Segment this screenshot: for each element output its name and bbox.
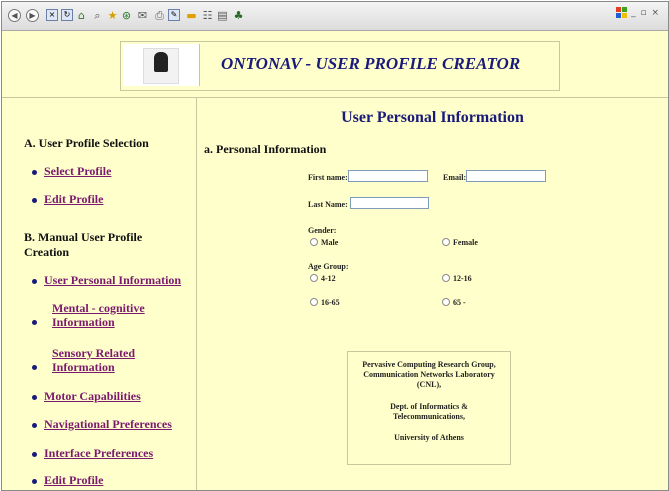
section-b-title: B. Manual User Profile Creation <box>24 230 143 259</box>
credits-box: Pervasive Computing Research Group, Comm… <box>347 351 511 465</box>
bullet-icon <box>32 423 37 428</box>
sidebar-item-label[interactable]: Sensory Related Information <box>52 346 152 374</box>
radio-label: 4-12 <box>321 274 336 283</box>
bullet-icon <box>32 170 37 175</box>
discuss-icon[interactable]: ☷ <box>201 9 214 22</box>
athena-logo-icon <box>143 48 179 84</box>
age-65-plus-radio[interactable]: 65 - <box>442 298 466 307</box>
section-subtitle: a. Personal Information <box>204 142 327 156</box>
page-title: User Personal Information <box>341 109 524 126</box>
radio-label: 12-16 <box>453 274 472 283</box>
radio-circle[interactable] <box>310 298 318 306</box>
radio-circle[interactable] <box>310 238 318 246</box>
sidebar-item-label[interactable]: Mental - cognitive Information <box>52 301 162 329</box>
sidebar-item-label[interactable]: Select Profile <box>44 164 111 178</box>
gender-female-radio[interactable]: Female <box>442 238 478 247</box>
search-icon[interactable]: ⌕ <box>91 9 104 22</box>
sidebar: A. User Profile Selection Select Profile… <box>2 98 197 490</box>
browser-window: ◀ ▶ × ↻ ⌂ ⌕ ★ ⊛ ✉ ⎙ ✎ ▬ ☷ ▤ ♣ _ ▫ × ONTO… <box>1 1 669 491</box>
first-name-label: First name: <box>308 173 348 182</box>
age-4-12-radio[interactable]: 4-12 <box>310 274 336 283</box>
email-field[interactable] <box>466 170 546 182</box>
radio-circle[interactable] <box>442 298 450 306</box>
last-name-field[interactable] <box>350 197 429 209</box>
research-icon[interactable]: ▤ <box>216 9 229 22</box>
radio-label: 16-65 <box>321 298 340 307</box>
radio-circle[interactable] <box>310 274 318 282</box>
forward-icon[interactable]: ▶ <box>26 9 39 22</box>
university-logo <box>123 44 200 86</box>
page-header: ONTONAV - USER PROFILE CREATOR <box>2 31 668 98</box>
refresh-icon[interactable]: ↻ <box>61 9 73 21</box>
history-icon[interactable]: ⊛ <box>120 9 133 22</box>
bullet-icon <box>32 320 37 325</box>
window-controls[interactable]: _ ▫ × <box>631 8 660 18</box>
credits-line: University of Athens <box>394 433 464 442</box>
windows-logo-icon <box>616 7 628 19</box>
main-content: User Personal Information a. Personal In… <box>197 98 668 490</box>
credits-line: Dept. of Informatics & <box>390 402 468 411</box>
age-12-16-radio[interactable]: 12-16 <box>442 274 472 283</box>
gender-label: Gender: <box>308 226 337 235</box>
browser-toolbar: ◀ ▶ × ↻ ⌂ ⌕ ★ ⊛ ✉ ⎙ ✎ ▬ ☷ ▤ ♣ _ ▫ × <box>2 2 668 31</box>
radio-circle[interactable] <box>442 274 450 282</box>
credits-line: Communication Networks Laboratory <box>363 370 495 379</box>
sidebar-item-label[interactable]: User Personal Information <box>44 273 181 287</box>
sidebar-item-label[interactable]: Motor Capabilities <box>44 389 141 403</box>
last-name-label: Last Name: <box>308 200 348 209</box>
section-a-title: A. User Profile Selection <box>24 136 149 150</box>
gender-male-radio[interactable]: Male <box>310 238 338 247</box>
home-icon[interactable]: ⌂ <box>75 9 88 22</box>
email-label: Email: <box>443 173 467 182</box>
bullet-icon <box>32 365 37 370</box>
bullet-icon <box>32 479 37 484</box>
radio-label: Female <box>453 238 478 247</box>
edit-icon[interactable]: ✎ <box>168 9 180 21</box>
back-icon[interactable]: ◀ <box>8 9 21 22</box>
bullet-icon <box>32 279 37 284</box>
print-icon[interactable]: ⎙ <box>153 9 166 22</box>
folder-icon[interactable]: ▬ <box>185 9 198 22</box>
sidebar-item-label[interactable]: Edit Profile <box>44 192 103 206</box>
app-title: ONTONAV - USER PROFILE CREATOR <box>221 54 521 73</box>
stop-icon[interactable]: × <box>46 9 58 21</box>
age-group-label: Age Group: <box>308 262 349 271</box>
bullet-icon <box>32 452 37 457</box>
credits-line: Telecommunications, <box>393 412 465 421</box>
age-16-65-radio[interactable]: 16-65 <box>310 298 340 307</box>
mail-icon[interactable]: ✉ <box>136 9 149 22</box>
sidebar-item-label[interactable]: Navigational Preferences <box>44 417 172 431</box>
credits-line: (CNL), <box>416 380 442 389</box>
bullet-icon <box>32 198 37 203</box>
bullet-icon <box>32 395 37 400</box>
sidebar-item-label[interactable]: Edit Profile <box>44 473 103 487</box>
favorites-icon[interactable]: ★ <box>106 9 119 22</box>
sidebar-item-label[interactable]: Interface Preferences <box>44 446 153 460</box>
radio-label: 65 - <box>453 298 466 307</box>
first-name-field[interactable] <box>348 170 428 182</box>
credits-line: Pervasive Computing Research Group, <box>362 360 496 369</box>
header-box: ONTONAV - USER PROFILE CREATOR <box>120 41 560 91</box>
radio-label: Male <box>321 238 339 247</box>
messenger-icon[interactable]: ♣ <box>232 9 245 22</box>
radio-circle[interactable] <box>442 238 450 246</box>
